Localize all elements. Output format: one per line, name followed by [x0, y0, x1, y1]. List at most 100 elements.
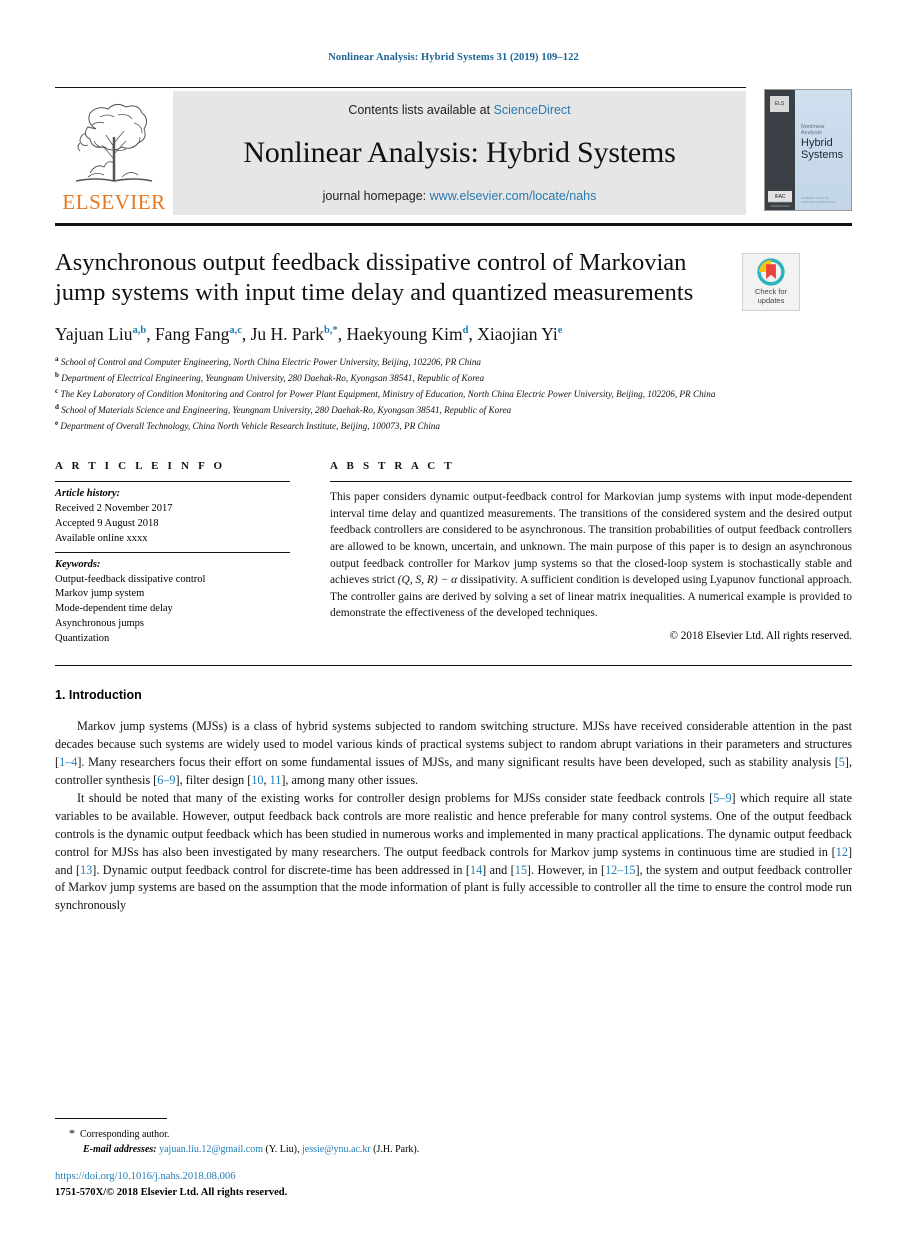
sciencedirect-link[interactable]: ScienceDirect	[494, 103, 571, 117]
page-title: Asynchronous output feedback dissipative…	[55, 249, 694, 306]
introduction-body: Markov jump systems (MJSs) is a class of…	[55, 718, 852, 915]
journal-homepage-link[interactable]: www.elsevier.com/locate/nahs	[430, 189, 597, 203]
author-name: Haekyoung Kim	[346, 323, 463, 344]
cover-superline: Nonlinear Analysis	[801, 124, 826, 136]
keyword-list: Keywords: Output-feedback dissipative co…	[55, 553, 290, 647]
affiliation-mark: d	[55, 402, 59, 411]
author-entry: Yajuan Liua,b	[55, 324, 146, 344]
info-abstract-row: A R T I C L E I N F O Article history: R…	[55, 460, 852, 647]
author-entry: Fang Fanga,c	[155, 324, 242, 344]
crossmark-label-line2: updates	[757, 296, 785, 305]
citation-ref[interactable]: 10	[251, 773, 263, 787]
affiliation-item: e Department of Overall Technology, Chin…	[55, 418, 755, 434]
abstract-text: This paper considers dynamic output-feed…	[330, 482, 852, 622]
affiliation-item: d School of Materials Science and Engine…	[55, 402, 755, 418]
para1-d: ], filter design [	[175, 772, 252, 787]
affiliation-mark: c	[55, 386, 59, 395]
affiliation-mark: b	[55, 370, 59, 379]
para1-f: ], among many other issues.	[281, 772, 419, 787]
doi-block: https://doi.org/10.1016/j.nahs.2018.08.0…	[55, 1169, 852, 1200]
affiliation-text: The Key Laboratory of Condition Monitori…	[60, 388, 716, 399]
email-link-1[interactable]: yajuan.liu.12@gmail.com	[159, 1144, 263, 1155]
affiliation-text: School of Materials Science and Engineer…	[61, 404, 512, 415]
email-note: E-mail addresses: yajuan.liu.12@gmail.co…	[69, 1142, 852, 1157]
footnote-rule	[55, 1118, 167, 1120]
footnote-block: * Corresponding author. E-mail addresses…	[55, 1118, 852, 1200]
keyword-item: Output-feedback dissipative control	[55, 573, 206, 585]
author-marks: e	[557, 324, 563, 336]
citation-ref[interactable]: 15	[515, 863, 527, 877]
affiliation-text: Department of Electrical Engineering, Ye…	[61, 372, 485, 383]
journal-homepage-line: journal homepage: www.elsevier.com/locat…	[323, 189, 597, 203]
masthead-bottom-rule	[55, 223, 852, 226]
journal-cover-thumbnail[interactable]: ELS IFAC INTERNATIONAL FEDERATION Nonlin…	[764, 89, 852, 211]
paper-page: Nonlinear Analysis: Hybrid Systems 31 (2…	[0, 0, 907, 1238]
abstract-heading: A B S T R A C T	[330, 459, 455, 472]
cover-bottom-note: Available online at www.sciencedirect.co…	[801, 196, 837, 204]
author-list: Yajuan Liua,b, Fang Fanga,c, Ju H. Parkb…	[55, 323, 563, 344]
author-name: Ju H. Park	[250, 323, 325, 344]
author-entry: Xiaojian Yie	[477, 324, 562, 344]
masthead-bar: ELSEVIER Contents lists available at Sci…	[55, 91, 746, 215]
affiliation-mark: e	[55, 418, 59, 427]
affiliation-item: c The Key Laboratory of Condition Monito…	[55, 386, 755, 402]
citation-ref[interactable]: 12	[836, 845, 848, 859]
author-entry: Ju H. Parkb,*	[251, 324, 338, 344]
crossmark-badge[interactable]: Check for updates	[742, 253, 800, 311]
history-line: Received 2 November 2017	[55, 502, 173, 514]
abstract-copyright: © 2018 Elsevier Ltd. All rights reserved…	[669, 630, 853, 643]
citation-ref[interactable]: 11	[270, 773, 282, 787]
article-info-column: A R T I C L E I N F O Article history: R…	[55, 460, 330, 647]
article-info-heading: A R T I C L E I N F O	[55, 459, 226, 472]
email-owner-1: (Y. Liu),	[265, 1144, 300, 1156]
elsevier-logo: ELSEVIER	[55, 91, 173, 215]
affiliation-mark: a	[55, 354, 59, 363]
para1-b: ]. Many researchers focus their effort o…	[77, 754, 839, 769]
paragraph: Markov jump systems (MJSs) is a class of…	[55, 718, 852, 790]
email-addresses-label: E-mail addresses:	[83, 1144, 157, 1156]
running-head: Nonlinear Analysis: Hybrid Systems 31 (2…	[328, 52, 579, 63]
author-name: Xiaojian Yi	[477, 323, 558, 344]
para2-e: ] and [	[482, 862, 515, 877]
title-block: Asynchronous output feedback dissipative…	[55, 248, 852, 434]
citation-ref[interactable]: 13	[80, 863, 92, 877]
citation-ref[interactable]: 5–9	[713, 791, 731, 805]
cover-left-strip: ELS IFAC INTERNATIONAL FEDERATION	[765, 90, 795, 210]
author-marks: a,b	[132, 324, 147, 336]
para2-f: ]. However, in [	[526, 862, 606, 877]
citation-ref[interactable]: 12–15	[605, 863, 635, 877]
keyword-item: Quantization	[55, 633, 110, 645]
abstract-column: A B S T R A C T This paper considers dyn…	[330, 460, 852, 647]
keyword-item: Mode-dependent time delay	[55, 603, 173, 615]
footnote-content: * Corresponding author. E-mail addresses…	[55, 1124, 852, 1157]
doi-link[interactable]: https://doi.org/10.1016/j.nahs.2018.08.0…	[55, 1169, 852, 1184]
crossmark-icon	[757, 258, 785, 287]
author-marks: d	[462, 324, 469, 336]
author-name: Yajuan Liu	[55, 323, 133, 344]
cover-right-panel: Nonlinear Analysis Hybrid Systems Availa…	[795, 90, 851, 210]
journal-masthead: ELSEVIER Contents lists available at Sci…	[55, 87, 852, 219]
citation-ref[interactable]: 14	[470, 863, 482, 877]
citation-ref[interactable]: 6–9	[157, 773, 175, 787]
affiliation-list: a School of Control and Computer Enginee…	[55, 354, 755, 434]
crossmark-label: Check for updates	[755, 288, 787, 305]
keywords-label: Keywords:	[55, 558, 101, 570]
elsevier-wordmark: ELSEVIER	[62, 190, 166, 214]
contents-available-line: Contents lists available at ScienceDirec…	[348, 103, 570, 117]
citation-ref[interactable]: 1–4	[59, 755, 77, 769]
corresponding-author-note: * Corresponding author.	[69, 1124, 852, 1142]
author-entry: Haekyoung Kimd	[346, 324, 468, 344]
issn-copyright-line: 1751-570X/© 2018 Elsevier Ltd. All right…	[55, 1186, 288, 1198]
paragraph: It should be noted that many of the exis…	[55, 790, 852, 916]
email-link-2[interactable]: jessie@ynu.ac.kr	[302, 1144, 371, 1155]
affiliation-item: b Department of Electrical Engineering, …	[55, 370, 755, 386]
abstract-bottom-rule	[55, 665, 852, 667]
section-heading-introduction: 1. Introduction	[55, 688, 142, 703]
cover-title-line1: Hybrid	[801, 137, 833, 149]
author-name: Fang Fang	[154, 323, 230, 344]
asterisk-icon: *	[69, 1126, 75, 1141]
abstract-part1: This paper considers dynamic output-feed…	[330, 490, 852, 587]
email-owner-2: (J.H. Park).	[373, 1144, 420, 1156]
journal-title: Nonlinear Analysis: Hybrid Systems	[243, 136, 676, 169]
keyword-item: Markov jump system	[55, 588, 145, 600]
